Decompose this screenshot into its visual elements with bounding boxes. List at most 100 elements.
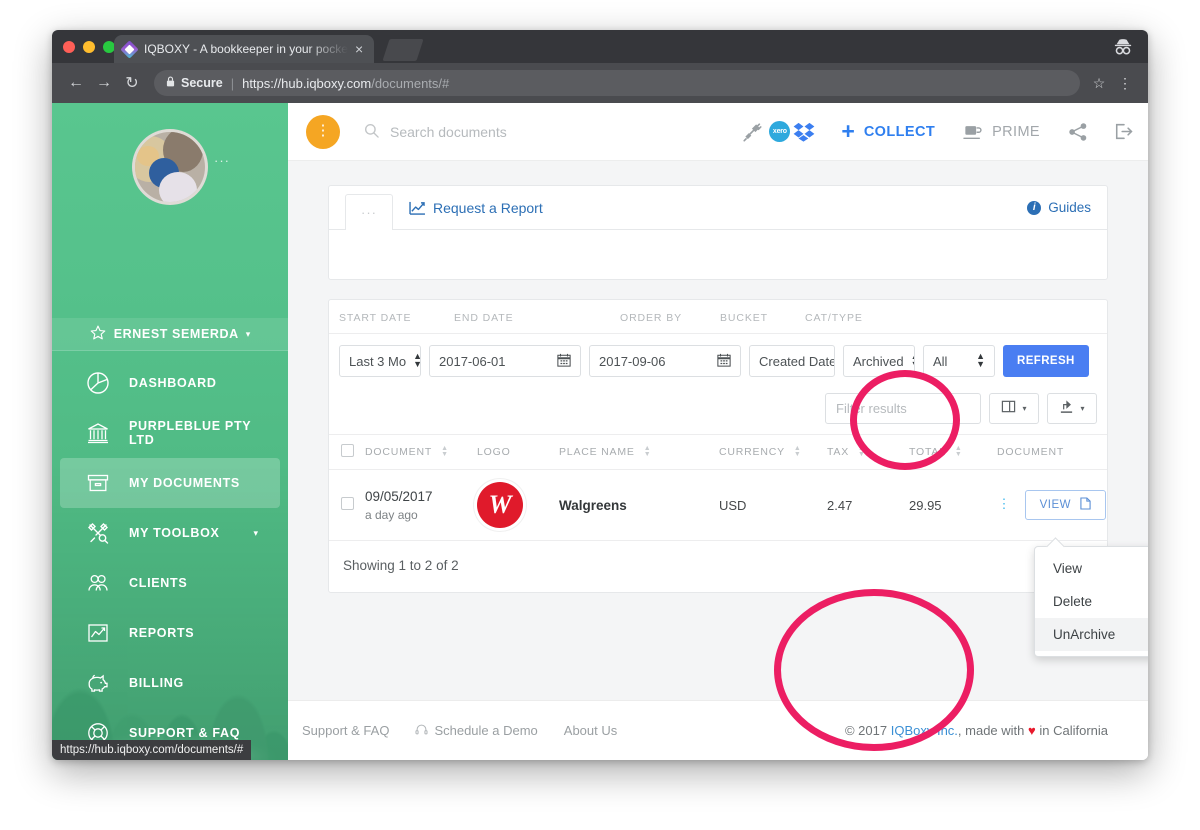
end-date-input[interactable]: 2017-09-06 xyxy=(589,345,741,377)
prime-button[interactable]: PRIME xyxy=(963,123,1040,141)
search-input[interactable] xyxy=(390,123,730,140)
avatar-dots: ··· xyxy=(214,153,230,168)
th-place-name[interactable]: PLACE NAME ▲ ▼ xyxy=(559,434,719,470)
page-viewport: ··· ERNEST SEMERDA ▾ DASHBOARD PURPLEBLU… xyxy=(52,103,1148,760)
context-menu-item-view[interactable]: View xyxy=(1035,552,1148,585)
search-icon xyxy=(364,123,379,141)
avatar[interactable] xyxy=(132,129,208,205)
th-tax[interactable]: TAX ▲ ▼ xyxy=(827,434,909,470)
context-menu-item-delete[interactable]: Delete xyxy=(1035,585,1148,618)
context-menu-item-unarchive[interactable]: UnArchive xyxy=(1035,618,1148,651)
th-document[interactable]: DOCUMENT ▲ ▼ xyxy=(365,434,477,470)
content-area: ··· Request a Report i Guides START DATE… xyxy=(288,161,1148,593)
calendar-icon xyxy=(717,353,731,370)
plug-icon[interactable] xyxy=(739,119,765,145)
lock-icon xyxy=(166,76,175,90)
minimize-window-button[interactable] xyxy=(83,41,95,53)
footer-link-schedule-demo[interactable]: Schedule a Demo xyxy=(415,723,538,739)
sidebar-item-label: REPORTS xyxy=(129,626,195,640)
sidebar-item-purpleblue-pty-ltd[interactable]: PURPLEBLUE PTY LTD xyxy=(60,408,280,458)
sidebar-item-my-toolbox[interactable]: MY TOOLBOX ▾ xyxy=(60,508,280,558)
guides-link[interactable]: i Guides xyxy=(1027,186,1091,229)
filter-label-order-by: ORDER BY xyxy=(620,312,683,324)
tab-title: IQBOXY - A bookkeeper in your pocket xyxy=(144,42,349,56)
pagination-summary: Showing 1 to 2 of 2 xyxy=(343,558,459,573)
collect-button[interactable]: + COLLECT xyxy=(841,120,935,143)
filter-label-cat-type: CAT/TYPE xyxy=(805,312,863,324)
th-currency-label: CURRENCY xyxy=(719,446,785,458)
footer-company-link[interactable]: IQBoxy Inc. xyxy=(891,723,958,738)
link-status-bar: https://hub.iqboxy.com/documents/# xyxy=(52,740,252,760)
cat-type-select[interactable]: All ▲ ▼ xyxy=(923,345,995,377)
sidebar-item-dashboard[interactable]: DASHBOARD xyxy=(60,358,280,408)
more-tabs-button[interactable]: ··· xyxy=(345,194,393,230)
xero-icon[interactable]: xero xyxy=(769,121,791,142)
select-all-checkbox[interactable] xyxy=(341,444,354,457)
sort-icon: ▲ ▼ xyxy=(441,444,449,458)
vertical-dots-icon: ⋮ xyxy=(315,122,331,139)
row-actions-menu-button[interactable]: ⋮ xyxy=(997,497,1011,510)
request-a-report-tab[interactable]: Request a Report xyxy=(409,186,543,229)
browser-tab[interactable]: IQBOXY - A bookkeeper in your pocket × xyxy=(114,35,374,63)
reload-button[interactable]: ↻ xyxy=(118,69,146,97)
start-date-input[interactable]: 2017-06-01 xyxy=(429,345,581,377)
th-total[interactable]: TOTAL ▲ ▼ xyxy=(909,434,997,470)
chevron-down-icon: ▾ xyxy=(245,328,251,339)
column-visibility-button[interactable]: ▾ xyxy=(989,393,1039,424)
cat-type-value: All xyxy=(933,353,948,369)
refresh-button[interactable]: REFRESH xyxy=(1003,345,1089,377)
graph-icon xyxy=(85,620,111,646)
order-by-select[interactable]: Created Date ▲▼ xyxy=(749,345,835,377)
date-range-select[interactable]: Last 3 Mo ▲▼ xyxy=(339,345,421,377)
dropbox-icon[interactable] xyxy=(793,121,815,143)
new-tab-button[interactable] xyxy=(382,39,424,61)
export-button[interactable]: ▾ xyxy=(1047,393,1097,424)
sidebar-user-switcher[interactable]: ERNEST SEMERDA ▾ xyxy=(52,318,288,351)
th-document-actions: DOCUMENT xyxy=(997,434,1107,470)
forward-button[interactable]: → xyxy=(90,69,118,97)
omnibox-separator: | xyxy=(230,75,235,91)
share-icon[interactable] xyxy=(1068,122,1088,142)
th-currency[interactable]: CURRENCY ▲ ▼ xyxy=(719,434,827,470)
bookmark-star-icon[interactable]: ☆ xyxy=(1086,70,1112,96)
plus-icon: + xyxy=(841,118,855,144)
bucket-select[interactable]: Archived ▲▼ xyxy=(843,345,915,377)
address-bar[interactable]: Secure | https://hub.iqboxy.com/document… xyxy=(154,70,1080,96)
sidebar-item-clients[interactable]: CLIENTS xyxy=(60,558,280,608)
browser-menu-icon[interactable]: ⋮ xyxy=(1112,70,1138,96)
chevron-down-icon: ▾ xyxy=(253,527,258,538)
sidebar-item-label: SUPPORT & FAQ xyxy=(129,726,241,740)
info-icon: i xyxy=(1027,200,1042,215)
row-checkbox[interactable] xyxy=(341,497,354,510)
filter-label-bucket: BUCKET xyxy=(720,312,768,324)
back-button[interactable]: ← xyxy=(62,69,90,97)
url-text: https://hub.iqboxy.com/documents/# xyxy=(242,76,449,91)
sidebar-item-reports[interactable]: REPORTS xyxy=(60,608,280,658)
sidebar-item-billing[interactable]: BILLING xyxy=(60,658,280,708)
filter-results-input[interactable] xyxy=(825,393,981,424)
order-by-value: Created Date xyxy=(759,353,835,369)
copyright-pre: © 2017 xyxy=(844,723,891,738)
star-icon xyxy=(90,325,106,343)
sort-icon: ▲ ▼ xyxy=(793,444,802,458)
footer-link-support-faq[interactable]: Support & FAQ xyxy=(302,723,389,738)
close-icon[interactable]: × xyxy=(352,42,366,56)
table-toolbar: ▾ ▾ xyxy=(329,389,1107,434)
table-row[interactable]: 09/05/2017 a day ago W Walgreens USD 2.4… xyxy=(329,469,1107,541)
view-button[interactable]: VIEW xyxy=(1024,490,1107,520)
collect-label: COLLECT xyxy=(863,123,936,140)
row-place-cell: Walgreens xyxy=(559,469,719,541)
sidebar-item-label: CLIENTS xyxy=(129,576,188,590)
sidebar: ··· ERNEST SEMERDA ▾ DASHBOARD PURPLEBLU… xyxy=(52,103,288,760)
export-icon xyxy=(1059,399,1074,419)
row-total-cell: 29.95 xyxy=(909,469,997,541)
filter-header-row: START DATE END DATE ORDER BY BUCKET CAT/… xyxy=(329,300,1107,334)
close-window-button[interactable] xyxy=(63,41,75,53)
sidebar-item-my-documents[interactable]: MY DOCUMENTS xyxy=(60,458,280,508)
menu-toggle-button[interactable]: ⋮ xyxy=(306,114,340,149)
row-context-menu: View Delete UnArchive xyxy=(1034,546,1148,657)
logout-icon[interactable] xyxy=(1114,122,1134,142)
th-total-label: TOTAL xyxy=(909,446,946,458)
footer-link-about-us[interactable]: About Us xyxy=(564,723,617,738)
piggybank-icon xyxy=(85,670,111,696)
